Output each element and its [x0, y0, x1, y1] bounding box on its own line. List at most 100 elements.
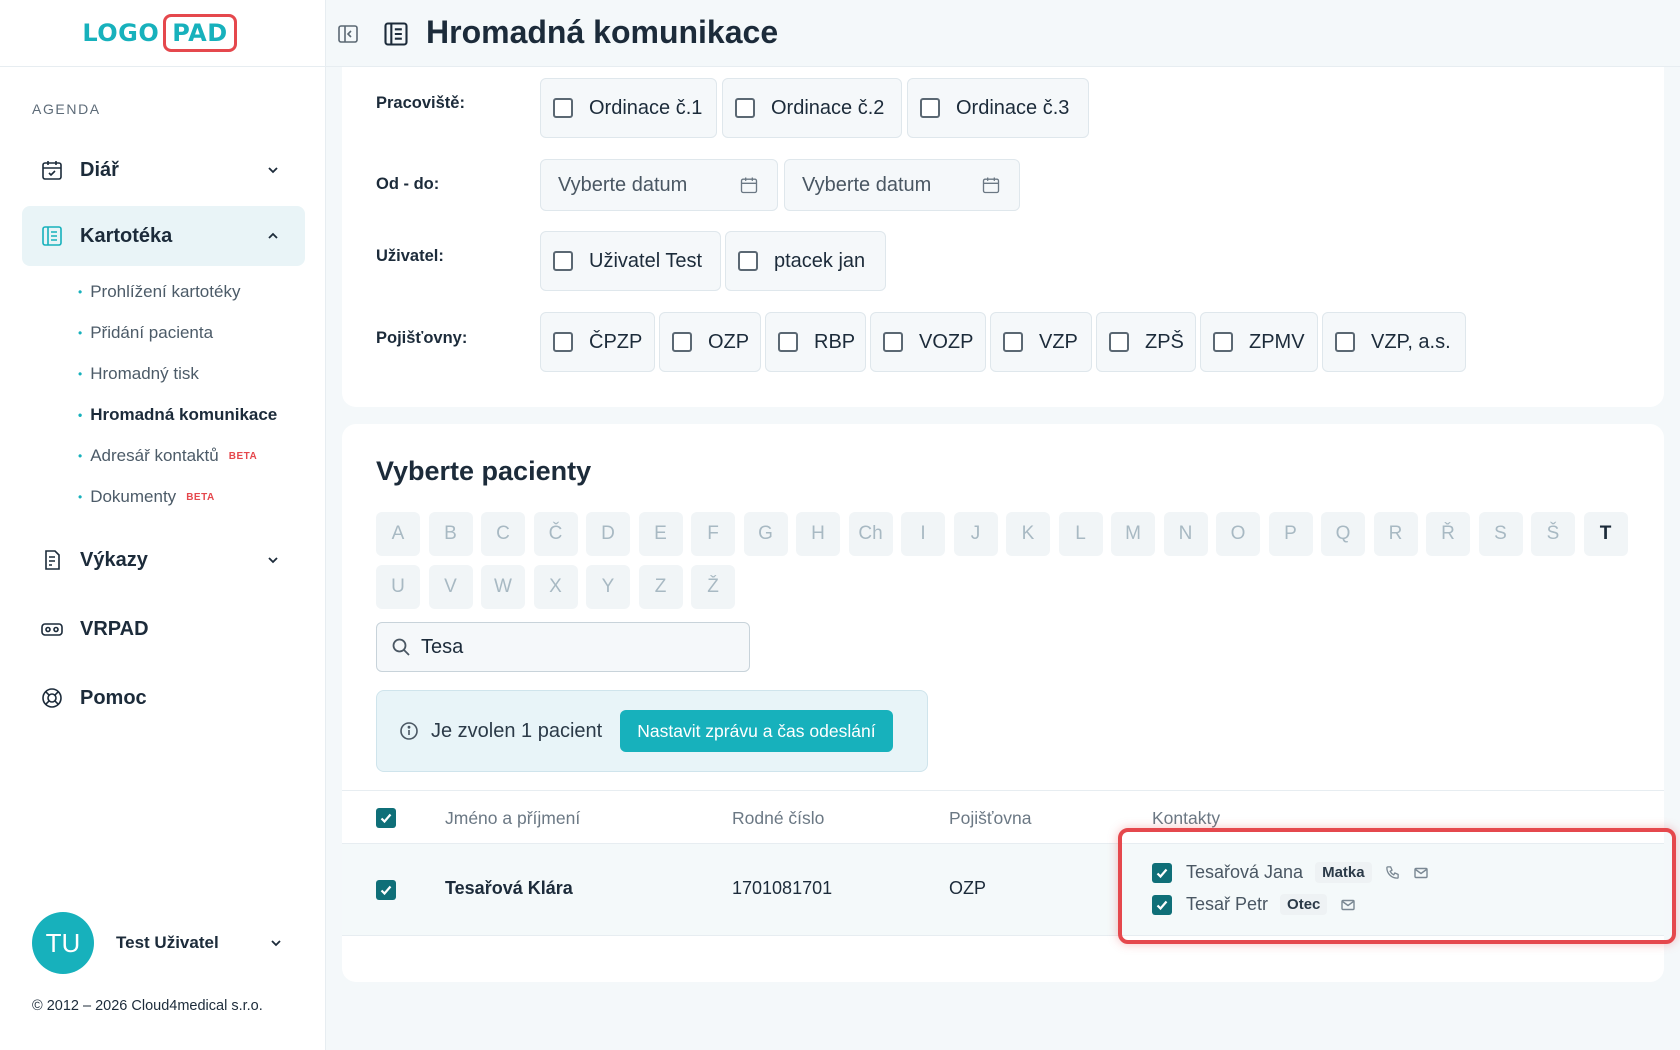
letter-filter-button[interactable]: Š [1531, 512, 1575, 556]
letter-filter-button[interactable]: L [1058, 512, 1103, 556]
mail-icon[interactable] [1339, 896, 1357, 914]
chip-label: RBP [814, 330, 856, 353]
contact-item: Tesařová Jana Matka [1152, 862, 1440, 883]
workplace-option-1[interactable]: Ordinace č.1 [540, 78, 717, 138]
letter-filter-button[interactable]: N [1163, 512, 1208, 556]
letter-filter-button[interactable]: T [1583, 512, 1628, 556]
checkbox[interactable] [1003, 332, 1023, 352]
sidebar-item-kartoteka[interactable]: Kartotéka [22, 206, 305, 266]
insurer-option-zpmv[interactable]: ZPMV [1200, 312, 1318, 372]
letter-filter-button[interactable]: Q [1321, 512, 1365, 556]
letter-filter-button[interactable]: G [743, 512, 788, 556]
checkbox[interactable] [735, 98, 755, 118]
user-option-1[interactable]: Uživatel Test [540, 231, 721, 291]
sidebar-item-diar[interactable]: Diář [22, 140, 305, 200]
letter-filter-button[interactable]: P [1268, 512, 1313, 556]
checkbox[interactable] [553, 332, 573, 352]
letter-filter-button[interactable]: V [428, 565, 473, 609]
phone-icon[interactable] [1384, 864, 1402, 882]
insurer-option-vzp[interactable]: VZP [990, 312, 1092, 372]
beta-badge: BETA [186, 491, 215, 503]
sidebar-subitem-tisk[interactable]: • Hromadný tisk [78, 364, 199, 384]
checkbox[interactable] [920, 98, 940, 118]
insurer-option-ozp[interactable]: OZP [659, 312, 761, 372]
letter-filter-button[interactable]: Z [638, 565, 683, 609]
letter-filter-button[interactable]: X [533, 565, 578, 609]
letter-filter-button[interactable]: H [796, 512, 840, 556]
letter-filter-button[interactable]: B [428, 512, 473, 556]
sidebar-item-vrpad[interactable]: VRPAD [22, 599, 305, 659]
checkbox[interactable] [553, 98, 573, 118]
letter-filter-button[interactable]: R [1373, 512, 1418, 556]
checkbox[interactable] [778, 332, 798, 352]
letter-filter-button[interactable]: Ch [848, 512, 893, 556]
filter-label-workplace: Pracoviště: [376, 94, 465, 112]
sidebar-subitem-pridani[interactable]: • Přidání pacienta [78, 323, 213, 343]
checkbox[interactable] [738, 251, 758, 271]
column-header-birth-number[interactable]: Rodné číslo [732, 808, 824, 829]
date-to-picker[interactable]: Vyberte datum [784, 159, 1020, 211]
chevron-down-icon [263, 550, 283, 570]
checkbox[interactable] [1335, 332, 1355, 352]
copyright: © 2012 – 2026 Cloud4medical s.r.o. [32, 998, 263, 1014]
sidebar-subitem-prohlizeni[interactable]: • Prohlížení kartotéky [78, 282, 240, 302]
letter-filter-button[interactable]: S [1478, 512, 1523, 556]
set-message-button[interactable]: Nastavit zprávu a čas odeslání [620, 710, 893, 752]
user-menu[interactable]: TU Test Uživatel [32, 912, 286, 974]
letter-filter-button[interactable]: W [481, 565, 525, 609]
column-header-name[interactable]: Jméno a příjmení [445, 808, 580, 829]
checkbox[interactable] [1109, 332, 1129, 352]
collapse-sidebar-icon[interactable] [336, 22, 360, 46]
checkbox[interactable] [672, 332, 692, 352]
letter-filter-button[interactable]: U [376, 565, 420, 609]
insurer-option-vzp-as[interactable]: VZP, a.s. [1322, 312, 1466, 372]
letter-filter-button[interactable]: Y [586, 565, 630, 609]
contact-item: Tesař Petr Otec [1152, 894, 1367, 915]
sidebar-item-pomoc[interactable]: Pomoc [22, 668, 305, 728]
letter-filter-button[interactable]: E [638, 512, 683, 556]
checkbox[interactable] [553, 251, 573, 271]
insurer-option-cpzp[interactable]: ČPZP [540, 312, 655, 372]
column-header-insurer[interactable]: Pojišťovna [949, 808, 1031, 829]
column-header-contacts[interactable]: Kontakty [1152, 808, 1220, 829]
relation-tag: Matka [1315, 862, 1372, 883]
insurer-option-zps[interactable]: ZPŠ [1096, 312, 1196, 372]
letter-filter-button[interactable]: J [953, 512, 998, 556]
filter-label-dates: Od - do: [376, 175, 440, 193]
mail-icon[interactable] [1412, 864, 1430, 882]
table-row[interactable]: Tesařová Klára 1701081701 OZP Tesařová J… [342, 844, 1664, 936]
date-from-picker[interactable]: Vyberte datum [540, 159, 778, 211]
search-input[interactable] [421, 635, 741, 659]
insurer-option-rbp[interactable]: RBP [765, 312, 866, 372]
checkbox[interactable] [883, 332, 903, 352]
sidebar-subitem-komunikace[interactable]: • Hromadná komunikace [78, 405, 277, 425]
search-box[interactable] [376, 622, 750, 672]
letter-filter-button[interactable]: Č [533, 512, 578, 556]
letter-filter-button[interactable]: F [691, 512, 735, 556]
letter-filter-button[interactable]: D [586, 512, 630, 556]
logo[interactable]: LOGO PAD [0, 0, 325, 67]
sidebar-subitem-dokumenty[interactable]: • Dokumenty BETA [78, 487, 215, 507]
letter-filter-button[interactable]: A [376, 512, 420, 556]
workplace-option-2[interactable]: Ordinace č.2 [722, 78, 902, 138]
letter-filter-button[interactable]: O [1216, 512, 1260, 556]
user-option-2[interactable]: ptacek jan [725, 231, 886, 291]
contact-checkbox[interactable] [1152, 862, 1172, 883]
contact-checkbox[interactable] [1152, 894, 1172, 915]
checkbox[interactable] [1213, 332, 1233, 352]
lifebuoy-icon [40, 686, 64, 710]
select-all-checkbox[interactable] [376, 808, 396, 828]
letter-filter-button[interactable]: K [1006, 512, 1050, 556]
sidebar-item-vykazy[interactable]: Výkazy [22, 530, 305, 590]
letter-filter-button[interactable]: I [901, 512, 945, 556]
letter-filter-button[interactable]: Ř [1426, 512, 1470, 556]
workplace-option-3[interactable]: Ordinace č.3 [907, 78, 1089, 138]
letter-filter-button[interactable]: Ž [691, 565, 735, 609]
letter-filter-button[interactable]: C [481, 512, 525, 556]
sidebar-subitem-adresar[interactable]: • Adresář kontaktů BETA [78, 446, 257, 466]
insurer-option-vozp[interactable]: VOZP [870, 312, 986, 372]
info-icon [399, 721, 419, 741]
letter-filter-button[interactable]: M [1111, 512, 1155, 556]
sidebar: LOGO PAD AGENDA Diář Kartotéka • Prohlíže… [0, 0, 326, 1050]
row-checkbox[interactable] [376, 880, 396, 900]
